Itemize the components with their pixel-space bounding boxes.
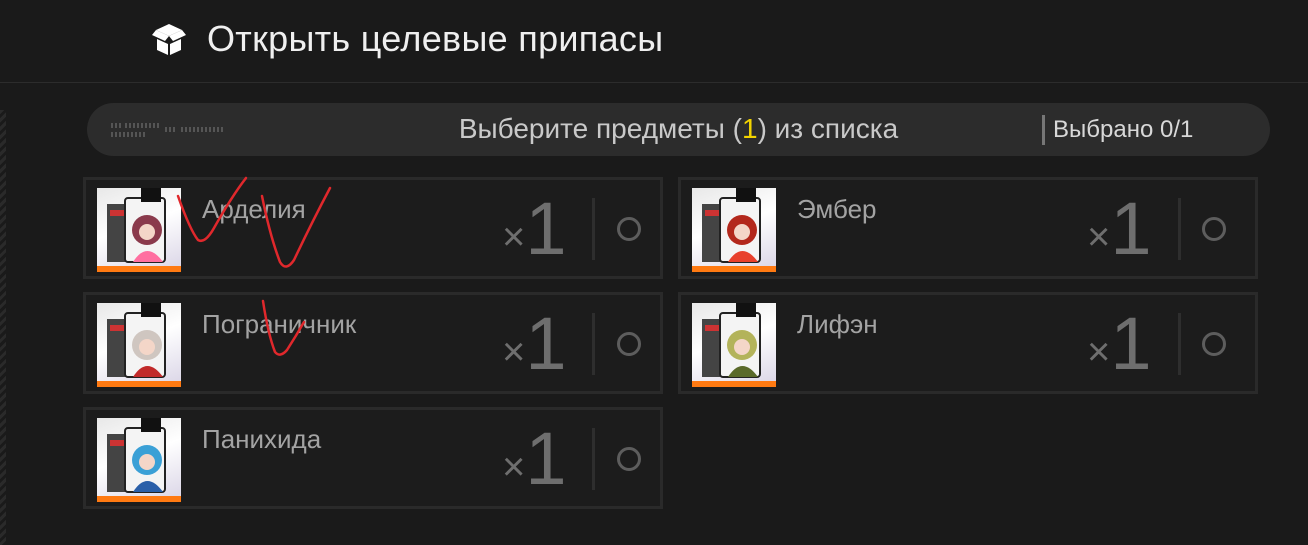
item-divider — [1178, 313, 1181, 375]
item-quantity: ×1 — [502, 187, 567, 270]
supply-item-lifen[interactable]: Лифэн ×1 — [678, 292, 1258, 394]
supply-item-panikhida[interactable]: Панихида ×1 — [83, 407, 663, 509]
rarity-bar — [97, 381, 181, 387]
supply-item-pogranichnik[interactable]: Пограничник ×1 — [83, 292, 663, 394]
item-thumbnail — [692, 303, 776, 387]
rarity-bar — [97, 496, 181, 502]
item-thumbnail — [97, 418, 181, 502]
open-box-icon — [152, 24, 186, 55]
character-card-icon — [702, 303, 761, 378]
prompt-before: Выберите предметы ( — [458, 113, 742, 144]
selection-banner: Выберите предметы (1) из списка Выбрано … — [87, 103, 1270, 156]
item-name: Эмбер — [797, 194, 877, 224]
item-thumbnail — [97, 303, 181, 387]
item-divider — [592, 198, 595, 260]
item-thumbnail — [692, 188, 776, 272]
item-quantity: ×1 — [1087, 187, 1152, 270]
decorative-stripe — [0, 110, 6, 545]
item-quantity: ×1 — [1087, 302, 1152, 385]
item-name: Арделия — [202, 194, 306, 224]
character-card-icon — [702, 188, 761, 263]
prompt-after: ) из списка — [757, 113, 899, 144]
character-card-icon — [107, 303, 166, 378]
item-quantity: ×1 — [502, 417, 567, 500]
supply-item-ember[interactable]: Эмбер ×1 — [678, 177, 1258, 279]
character-card-icon — [107, 188, 166, 263]
select-radio[interactable] — [617, 447, 641, 471]
supply-item-ardelia[interactable]: Арделия ×1 — [83, 177, 663, 279]
rarity-bar — [692, 381, 776, 387]
item-quantity: ×1 — [502, 302, 567, 385]
character-card-icon — [107, 418, 166, 493]
header: Открыть целевые припасы — [0, 0, 1308, 83]
banner-divider — [1042, 115, 1045, 145]
item-divider — [592, 313, 595, 375]
select-radio[interactable] — [1202, 332, 1226, 356]
item-name: Пограничник — [202, 309, 357, 339]
open-supplies-screen: Открыть целевые припасы Выберите предмет… — [0, 0, 1308, 545]
rarity-bar — [692, 266, 776, 272]
item-name: Лифэн — [797, 309, 878, 339]
selected-counter: Выбрано 0/1 — [1053, 116, 1194, 143]
page-title: Открыть целевые припасы — [207, 18, 664, 59]
select-radio[interactable] — [617, 332, 641, 356]
item-thumbnail — [97, 188, 181, 272]
rarity-bar — [97, 266, 181, 272]
item-divider — [592, 428, 595, 490]
select-radio[interactable] — [1202, 217, 1226, 241]
prompt-count: 1 — [741, 113, 758, 144]
item-name: Панихида — [202, 424, 322, 454]
item-divider — [1178, 198, 1181, 260]
select-radio[interactable] — [617, 217, 641, 241]
